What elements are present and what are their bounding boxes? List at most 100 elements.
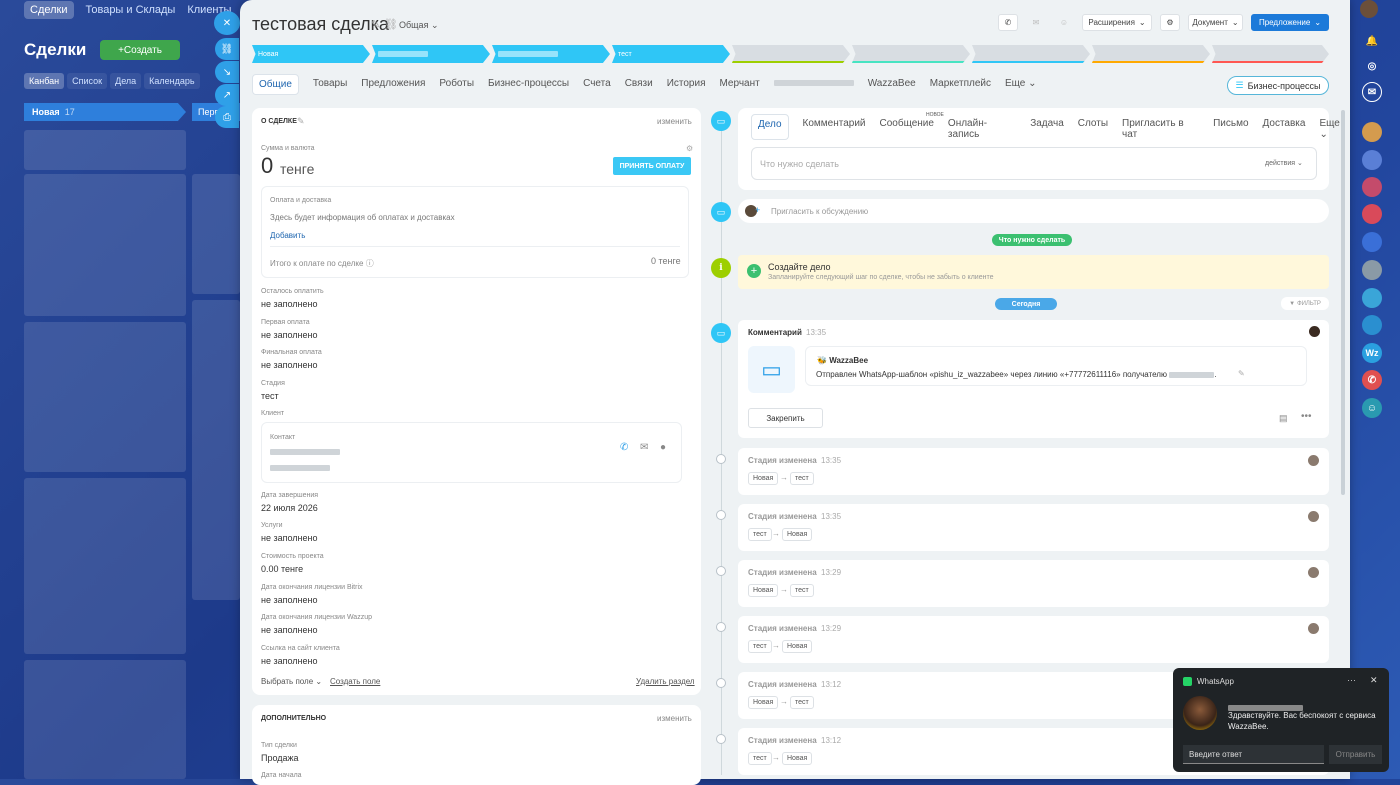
activity-tab-invite[interactable]: Пригласить в чат <box>1122 118 1199 140</box>
field-value[interactable]: не заполнено <box>261 360 318 370</box>
extensions-button[interactable]: Расширения ⌄ <box>1082 14 1152 31</box>
field-value[interactable]: не заполнено <box>261 533 318 543</box>
bg-create-button[interactable]: + Создать <box>100 40 180 60</box>
add-icon[interactable]: + <box>755 205 760 215</box>
field-value[interactable]: не заполнено <box>261 299 318 309</box>
tab-products[interactable]: Товары <box>313 78 347 95</box>
create-field-link[interactable]: Создать поле <box>330 677 380 686</box>
field-value[interactable]: Продажа <box>261 753 299 763</box>
add-payment-link[interactable]: Добавить <box>270 231 305 240</box>
copy-link-icon[interactable]: ⛓ <box>384 18 398 31</box>
scrollbar[interactable] <box>1341 110 1345 495</box>
activity-tab-delivery[interactable]: Доставка <box>1263 118 1306 140</box>
minimize-button[interactable]: ↘ <box>215 61 239 83</box>
phone-icon[interactable]: ✆ <box>620 442 628 453</box>
copy-link-button[interactable]: ⛓ <box>215 38 239 60</box>
field-value[interactable]: 0.00 тенге <box>261 564 303 574</box>
tab-marketplace[interactable]: Маркетплейс <box>930 78 991 95</box>
currency[interactable]: тенге <box>280 161 314 177</box>
contact-avatar-5[interactable] <box>1362 232 1382 252</box>
activity-tab-message[interactable]: Сообщение <box>880 118 934 140</box>
stage-test[interactable]: тест <box>612 45 730 63</box>
contact-avatar-8[interactable] <box>1362 315 1382 335</box>
tab-more[interactable]: Еще ⌄ <box>1005 78 1037 95</box>
field-value[interactable]: не заполнено <box>261 595 318 605</box>
bg-view-kanban[interactable]: Канбан <box>24 73 65 89</box>
tab-invoices[interactable]: Счета <box>583 78 611 95</box>
contact-phone[interactable] <box>270 460 330 474</box>
activity-tab-booking[interactable]: Онлайн-запись <box>948 118 1016 140</box>
note-icon[interactable]: ▤ <box>1279 413 1288 424</box>
bot-icon[interactable]: ☺ <box>1362 398 1382 418</box>
extra-edit-link[interactable]: изменить <box>657 714 692 723</box>
edit-heading-icon[interactable]: ✎ <box>297 116 305 127</box>
target-icon[interactable]: ◎ <box>1362 56 1382 76</box>
help-icon[interactable]: ⓘ <box>366 259 374 268</box>
print-button[interactable]: ⎙ <box>215 106 239 128</box>
field-value[interactable]: не заполнено <box>261 656 318 666</box>
tab-wazzabee[interactable]: WazzaBee <box>868 78 916 95</box>
edit-icon[interactable]: ✎ <box>1238 369 1245 378</box>
offer-button[interactable]: Предложение ⌄ <box>1251 14 1329 31</box>
phone-app-icon[interactable]: ✆ <box>1362 370 1382 390</box>
about-edit-link[interactable]: изменить <box>657 117 692 126</box>
more-icon[interactable]: ••• <box>1301 411 1312 422</box>
open-new-window-button[interactable]: ↗ <box>215 84 239 106</box>
activity-tab-email[interactable]: Письмо <box>1213 118 1248 140</box>
close-icon[interactable]: ✕ <box>1370 675 1378 686</box>
contact-avatar-3[interactable] <box>1362 177 1382 197</box>
accept-payment-button[interactable]: ПРИНЯТЬ ОПЛАТУ <box>613 157 691 175</box>
gear-icon[interactable]: ⚙ <box>686 144 693 153</box>
tab-robots[interactable]: Роботы <box>439 78 474 95</box>
category-select[interactable]: Общая ⌄ <box>399 20 439 31</box>
mail-button[interactable]: ✉ <box>1026 14 1046 31</box>
contact-avatar-7[interactable] <box>1362 288 1382 308</box>
tab-offers[interactable]: Предложения <box>361 78 425 95</box>
close-slider-button[interactable]: ✕ <box>214 11 240 35</box>
tab-merchant[interactable]: Мерчант <box>719 78 759 95</box>
call-button[interactable]: ✆ <box>998 14 1018 31</box>
deal-title[interactable]: тестовая сделка <box>252 14 389 35</box>
mail-icon[interactable]: ✉ <box>640 442 648 453</box>
user-avatar[interactable] <box>1360 0 1378 18</box>
stage-8[interactable] <box>1092 45 1210 63</box>
tab-bp[interactable]: Бизнес-процессы <box>488 78 569 95</box>
stage-9[interactable] <box>1212 45 1329 63</box>
business-process-button[interactable]: ☰ Бизнес-процессы <box>1227 76 1329 95</box>
tab-general[interactable]: Общие <box>252 74 299 95</box>
field-value[interactable]: не заполнено <box>261 625 318 635</box>
filter-button[interactable]: ▼ ФИЛЬТР <box>1281 297 1329 310</box>
stage-2[interactable] <box>372 45 490 63</box>
actions-dropdown[interactable]: действия ⌄ <box>1265 159 1303 167</box>
bg-nav-goods[interactable]: Товары и Склады <box>86 4 176 16</box>
send-button[interactable]: Отправить <box>1329 745 1382 764</box>
reply-input[interactable]: Введите ответ <box>1183 745 1324 764</box>
delete-section-link[interactable]: Удалить раздел <box>636 677 695 686</box>
pin-button[interactable]: Закрепить <box>748 408 823 428</box>
create-task-banner[interactable] <box>738 255 1329 289</box>
activity-tab-task[interactable]: Дело <box>751 114 789 140</box>
contact-avatar-1[interactable] <box>1362 122 1382 142</box>
field-value[interactable]: 22 июля 2026 <box>261 503 318 513</box>
more-icon[interactable]: ⋯ <box>1347 675 1356 686</box>
stage-7[interactable] <box>972 45 1090 63</box>
bell-icon[interactable]: 🔔 <box>1362 31 1382 51</box>
tab-blurred[interactable] <box>773 78 854 95</box>
activity-tab-more[interactable]: Еще ⌄ <box>1319 118 1350 140</box>
contact-name[interactable] <box>270 444 340 458</box>
chat-icon[interactable]: ✉ <box>1362 82 1382 102</box>
wazzabee-icon[interactable]: Wz <box>1362 343 1382 363</box>
bg-nav-deals[interactable]: Сделки <box>24 1 74 19</box>
field-value[interactable]: не заполнено <box>261 330 318 340</box>
contact-avatar-6[interactable] <box>1362 260 1382 280</box>
bg-view-list[interactable]: Список <box>67 73 108 89</box>
activity-tab-todo[interactable]: Задача <box>1030 118 1064 140</box>
chat-icon[interactable]: ● <box>660 442 666 453</box>
tab-history[interactable]: История <box>667 78 706 95</box>
contact-avatar-4[interactable] <box>1362 204 1382 224</box>
stage-5[interactable] <box>732 45 850 63</box>
tab-links[interactable]: Связи <box>625 78 653 95</box>
edit-title-icon[interactable]: ✎ <box>371 18 380 31</box>
activity-tab-slots[interactable]: Слоты <box>1078 118 1108 140</box>
stage-6[interactable] <box>852 45 970 63</box>
